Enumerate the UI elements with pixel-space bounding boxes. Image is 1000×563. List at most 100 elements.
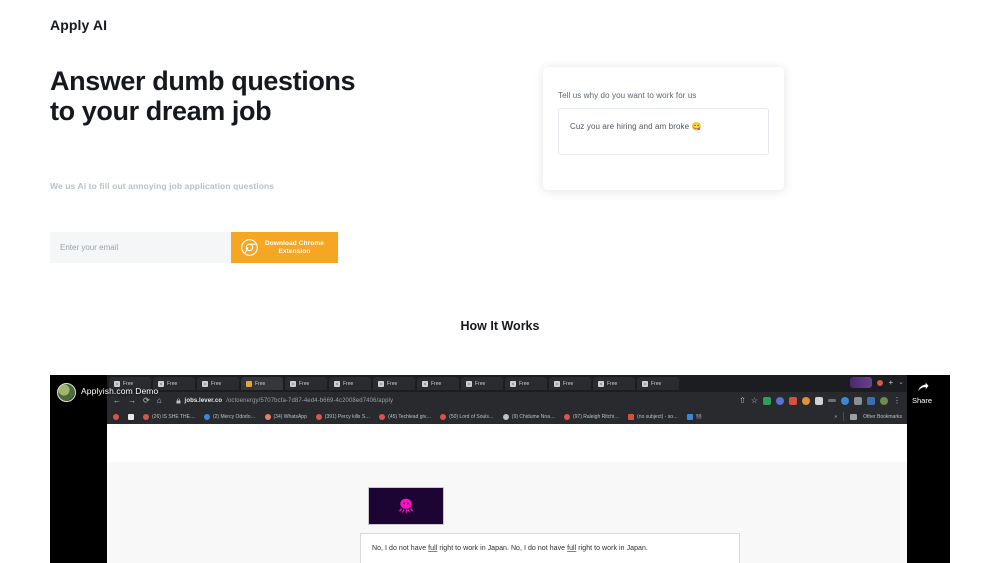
other-bookmarks-label[interactable]: Other Bookmarks [863, 414, 902, 420]
share-button[interactable]: Share [902, 379, 942, 405]
lock-icon [176, 397, 181, 404]
browser-tab[interactable]: x Free [593, 377, 635, 390]
bookmark-item[interactable]: §§ [686, 413, 702, 420]
tabstrip-right-controls: + ⌄ [850, 377, 904, 388]
browser-tab[interactable]: x Free [153, 377, 195, 390]
bookmarks-overflow-icon[interactable]: » [834, 414, 837, 420]
tab-label: Free [123, 380, 134, 387]
browser-tab[interactable]: x Free [329, 377, 371, 390]
bookmark-item[interactable]: (9) Chidume Nna… [502, 413, 555, 420]
bookmark-favicon-icon [563, 413, 570, 420]
tab-favicon-icon: x [202, 380, 208, 387]
extension-icon[interactable] [815, 396, 823, 405]
extension-icon[interactable] [776, 396, 784, 405]
extension-icon[interactable] [763, 396, 771, 405]
answer-underlined-2: full [567, 545, 577, 552]
bookmark-favicon-icon [502, 413, 509, 420]
bookmark-label: (45) Techlead giv… [388, 413, 432, 420]
toolbar-actions: ⇧ ☆ ⋮ [739, 396, 901, 405]
bookmark-item[interactable]: (97) Raleigh Ritchi… [563, 413, 620, 420]
home-icon[interactable]: ⌂ [157, 396, 162, 405]
page-title: Answer dumb questions to your dream job [50, 66, 356, 126]
tab-favicon-icon [877, 379, 884, 386]
share-label: Share [911, 396, 932, 405]
answer-text-part-3: right to work in Japan. [576, 545, 648, 552]
bookmark-favicon-icon [315, 413, 322, 420]
back-icon[interactable]: ← [113, 396, 121, 405]
bookmark-star-icon[interactable]: ☆ [751, 396, 758, 405]
browser-tab[interactable]: x Free [197, 377, 239, 390]
browser-toolbar: ← → ⟳ ⌂ jobs.lever.co/octoenergy/5707bcf… [107, 392, 907, 409]
bookmark-item[interactable]: (26) IS SHE THE… [143, 413, 195, 420]
tab-group-pill[interactable] [850, 377, 873, 388]
bookmark-item[interactable]: (2) Mercy Ododo… [203, 413, 256, 420]
cta-label-line1: Download Chrome [265, 239, 324, 247]
bookmarks-bar: (26) IS SHE THE… (2) Mercy Ododo… (34) W… [107, 409, 907, 424]
bookmark-favicon-icon[interactable] [113, 413, 119, 420]
browser-tab[interactable]: x Free [285, 377, 327, 390]
bookmark-favicon-icon [686, 413, 693, 420]
browser-tab[interactable]: x Free [109, 377, 151, 390]
forward-icon[interactable]: → [128, 396, 136, 405]
whatsapp-icon [264, 413, 271, 420]
cta-label: Download Chrome Extension [265, 240, 324, 256]
bookmark-label: (50) Lord of Souls… [449, 413, 494, 420]
tab-label: Free [607, 380, 618, 387]
extension-icon[interactable] [867, 396, 875, 405]
browser-menu-icon[interactable]: ⋮ [893, 396, 901, 405]
demo-video-player[interactable]: x Free x Free x Free Free x Free x Free … [50, 375, 950, 563]
tab-favicon-icon: x [466, 380, 472, 387]
bookmark-label: (391) Percy kills S… [324, 413, 371, 420]
extension-icon[interactable] [854, 396, 862, 405]
application-answer-textarea[interactable]: No, I do not have full right to work in … [360, 533, 740, 563]
tab-label: Free [431, 380, 442, 387]
bookmark-favicon-icon[interactable] [128, 413, 134, 420]
brand-logo[interactable]: Apply AI [50, 17, 107, 33]
reload-icon[interactable]: ⟳ [143, 396, 150, 405]
browser-tabstrip: x Free x Free x Free Free x Free x Free … [107, 375, 907, 392]
extension-icon[interactable] [841, 396, 849, 405]
bookmark-favicon-icon [440, 413, 447, 420]
application-answer-text: No, I do not have full right to work in … [372, 544, 731, 554]
tab-favicon-icon [246, 380, 252, 387]
tab-label: Free [255, 380, 266, 387]
bookmark-favicon-icon [143, 413, 149, 420]
bookmark-item[interactable]: (50) Lord of Souls… [440, 413, 494, 420]
tab-favicon-icon: x [378, 380, 384, 387]
email-field[interactable] [50, 232, 231, 263]
url-path: /octoenergy/5707bcfa-7d87-4ed4-b669-4c20… [226, 397, 394, 404]
tab-favicon-icon: x [422, 380, 428, 387]
extension-icon[interactable] [789, 396, 797, 405]
tab-label: Free [299, 380, 310, 387]
bookmark-item[interactable]: (45) Techlead giv… [379, 413, 432, 420]
tab-label: Free [211, 380, 222, 387]
bookmark-item[interactable]: (no subject) - so… [628, 413, 678, 420]
browser-tab[interactable]: x Free [637, 377, 679, 390]
bookmarks-overflow: » Other Bookmarks [834, 412, 902, 421]
bookmark-item[interactable]: (391) Percy kills S… [315, 413, 371, 420]
page-header-band [107, 424, 907, 462]
share-page-icon[interactable]: ⇧ [739, 396, 746, 405]
extension-icon[interactable] [828, 399, 836, 402]
bookmark-label: (9) Chidume Nna… [511, 413, 555, 420]
address-bar[interactable]: jobs.lever.co/octoenergy/5707bcfa-7d87-4… [169, 395, 733, 407]
browser-tab[interactable]: x Free [549, 377, 591, 390]
extension-icon[interactable] [802, 396, 810, 405]
profile-avatar[interactable] [880, 396, 888, 405]
browser-tab-active[interactable]: Free [241, 377, 283, 390]
tab-favicon-icon: x [290, 380, 296, 387]
browser-window: x Free x Free x Free Free x Free x Free … [107, 375, 907, 563]
answer-text-part-2: right to work in Japan. No, I do not hav… [437, 545, 568, 552]
tab-label: Free [167, 380, 178, 387]
bookmark-label: (no subject) - so… [637, 413, 678, 420]
bookmark-label: (97) Raleigh Ritchi… [572, 413, 620, 420]
bookmark-item[interactable]: (34) WhatsApp [264, 413, 307, 420]
download-chrome-extension-button[interactable]: Download Chrome Extension [231, 232, 338, 263]
browser-tab[interactable]: x Free [461, 377, 503, 390]
browser-tab[interactable]: x Free [373, 377, 415, 390]
browser-tab[interactable]: x Free [505, 377, 547, 390]
browser-tab[interactable]: x Free [417, 377, 459, 390]
new-tab-button[interactable]: + [888, 378, 893, 387]
demo-answer-field[interactable]: Cuz you are hiring and am broke 😋 [558, 108, 769, 155]
demo-question-card: Tell us why do you want to work for us C… [543, 67, 784, 190]
